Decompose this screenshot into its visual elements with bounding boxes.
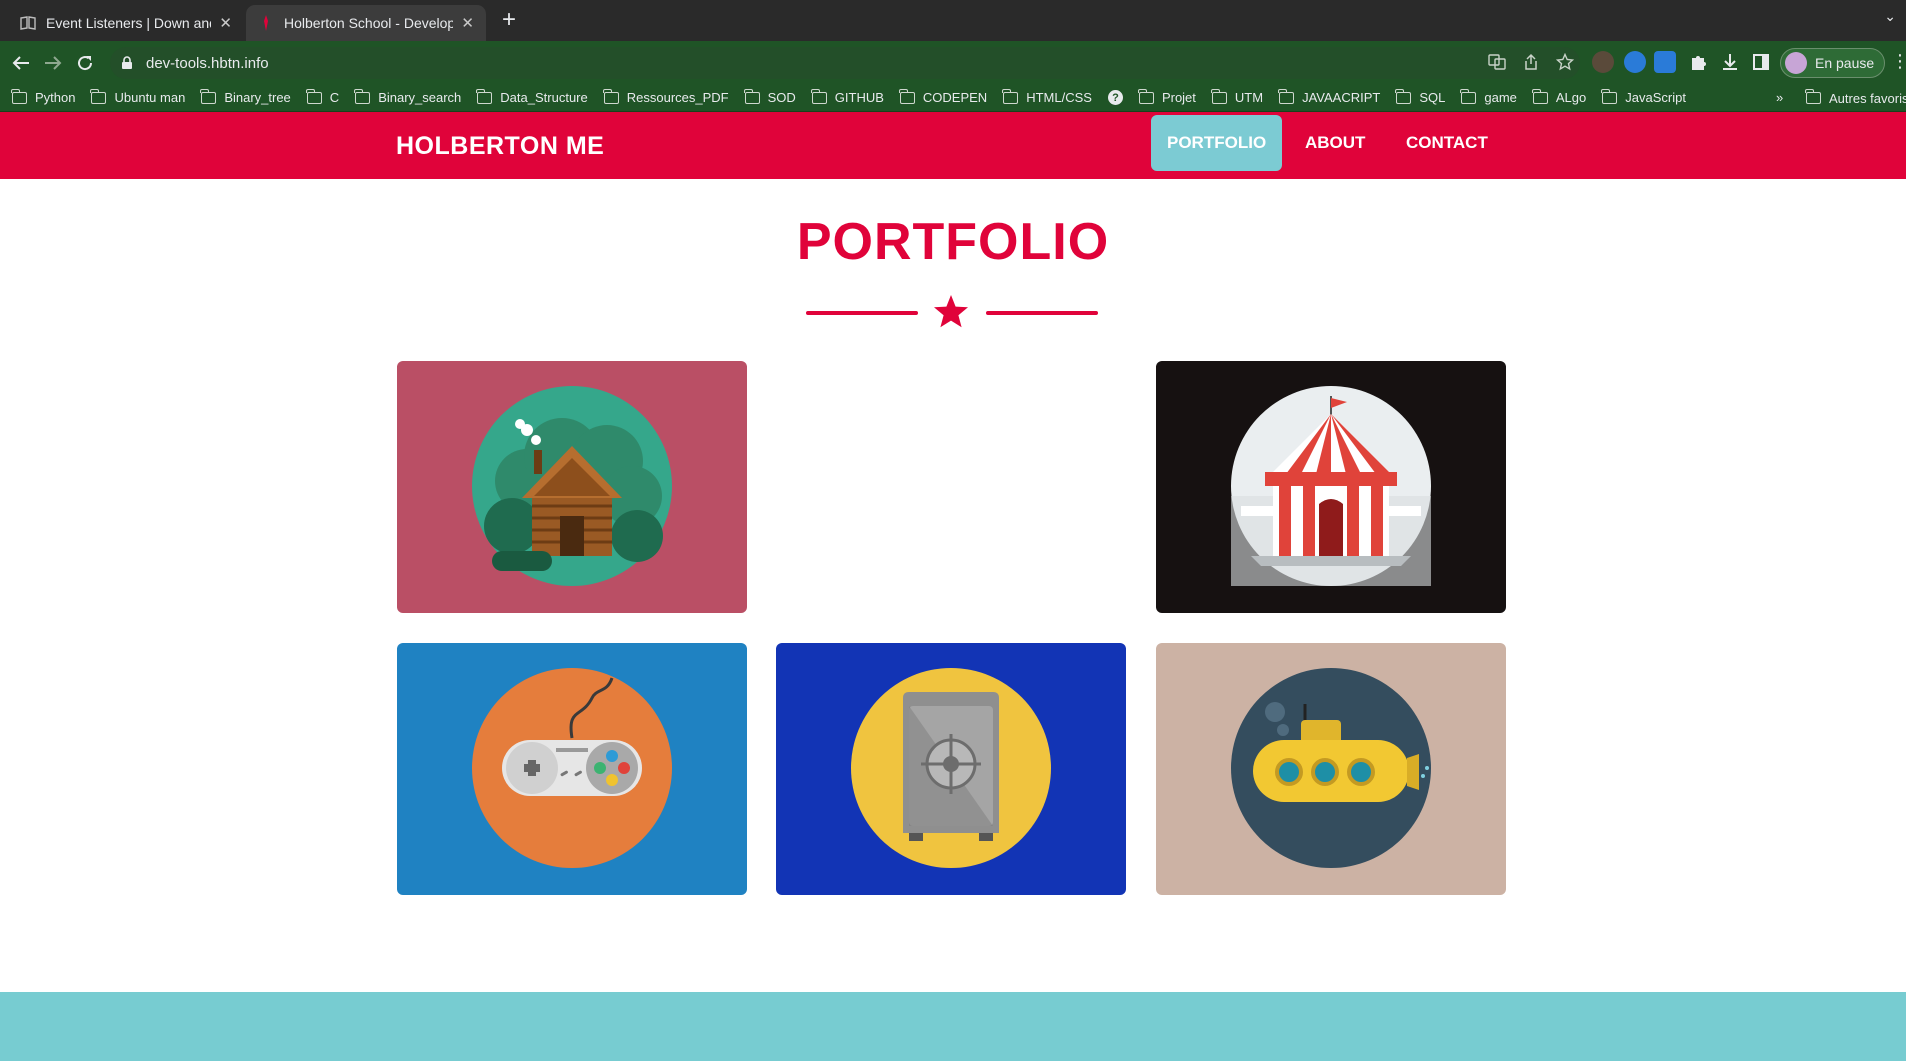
folder-icon	[1460, 88, 1477, 104]
folder-icon	[810, 88, 827, 104]
lock-icon	[122, 56, 132, 69]
bookmark-folder[interactable]: SQL	[1395, 88, 1445, 105]
folder-icon	[1278, 88, 1295, 104]
folder-icon	[743, 88, 760, 104]
new-tab-button[interactable]: +	[496, 8, 522, 34]
divider-line-right	[986, 311, 1098, 315]
close-icon[interactable]: ✕	[219, 14, 232, 32]
game-controller-icon	[472, 668, 672, 868]
star-bookmark-icon[interactable]	[1556, 53, 1574, 71]
bookmarks-bar: Python Ubuntu man Binary_tree C Binary_s…	[0, 84, 1906, 112]
other-bookmarks-folder[interactable]: Autres favoris	[1805, 84, 1906, 112]
extension-counter-icon[interactable]	[1624, 51, 1646, 73]
tab-title: Holberton School - Developer	[284, 15, 454, 31]
browser-menu-icon[interactable]: ⋮	[1891, 51, 1906, 72]
extension-monkey-icon[interactable]	[1592, 51, 1614, 73]
section-title: PORTFOLIO	[796, 213, 1110, 271]
avatar	[1785, 52, 1807, 74]
download-icon[interactable]	[1719, 51, 1741, 73]
site-brand[interactable]: HOLBERTON ME	[396, 132, 604, 161]
holberton-favicon-icon	[258, 15, 274, 31]
cabin-icon	[472, 386, 672, 586]
submarine-icon	[1231, 668, 1431, 868]
folder-icon	[90, 88, 107, 104]
folder-icon	[1002, 88, 1019, 104]
browser-tab-strip: Event Listeners | Down and Dir ✕ Holbert…	[0, 0, 1906, 41]
portfolio-item-submarine[interactable]	[1156, 643, 1506, 895]
nav-contact[interactable]: CONTACT	[1390, 115, 1504, 171]
folder-icon	[305, 88, 322, 104]
circus-tent-icon	[1231, 386, 1431, 586]
bookmark-folder[interactable]: C	[305, 88, 339, 105]
folder-icon	[11, 88, 27, 104]
close-icon[interactable]: ✕	[461, 14, 474, 32]
folder-icon	[898, 88, 915, 104]
browser-toolbar: dev-tools.hbtn.info En pause ⋮	[0, 41, 1906, 84]
bookmark-folder[interactable]: Binary_tree	[200, 88, 291, 105]
portfolio-item-cabin[interactable]	[397, 361, 747, 613]
portfolio-item-controller[interactable]	[397, 643, 747, 895]
extensions-puzzle-icon[interactable]	[1688, 51, 1710, 73]
nav-about[interactable]: ABOUT	[1289, 115, 1381, 171]
bookmark-folder[interactable]: game	[1460, 88, 1517, 105]
folder-icon	[1601, 88, 1618, 104]
folder-icon	[602, 88, 619, 104]
profile-label: En pause	[1815, 55, 1875, 71]
folder-icon	[1137, 88, 1154, 104]
bookmark-folder[interactable]: JavaScript	[1601, 88, 1686, 105]
reload-icon[interactable]	[73, 51, 97, 75]
bookmark-folder[interactable]: Binary_search	[354, 88, 461, 105]
bookmark-folder[interactable]: JAVAACRIPT	[1278, 88, 1380, 105]
book-icon	[20, 15, 36, 31]
nav-portfolio[interactable]: PORTFOLIO	[1151, 115, 1283, 171]
portfolio-item-empty	[776, 361, 1126, 613]
bookmark-folder[interactable]: Projet	[1137, 88, 1196, 105]
browser-tab-holberton[interactable]: Holberton School - Developer ✕	[246, 5, 486, 41]
folder-icon	[1395, 88, 1412, 104]
portfolio-item-circus[interactable]	[1156, 361, 1506, 613]
tab-search-chevron-icon[interactable]: ⌄	[1884, 8, 1896, 25]
share-icon[interactable]	[1522, 53, 1540, 71]
bookmark-folder[interactable]: CODEPEN	[898, 88, 987, 105]
extension-new-badge-icon[interactable]	[1654, 51, 1676, 73]
bookmark-folder[interactable]: Python	[11, 88, 75, 105]
web-page: HOLBERTON ME PORTFOLIO ABOUT CONTACT POR…	[0, 112, 1906, 1061]
portfolio-item-safe[interactable]	[776, 643, 1126, 895]
browser-tab-event-listeners[interactable]: Event Listeners | Down and Dir ✕	[8, 5, 244, 41]
profile-button[interactable]: En pause	[1780, 48, 1886, 78]
tab-title: Event Listeners | Down and Dir	[46, 15, 211, 31]
bookmarks-overflow-button[interactable]: »	[1776, 90, 1783, 105]
bookmark-folder[interactable]: GITHUB	[810, 88, 884, 105]
folder-icon	[476, 88, 493, 104]
bookmark-folder[interactable]: Ressources_PDF	[602, 88, 729, 105]
divider-line-left	[806, 311, 918, 315]
star-icon	[934, 295, 968, 328]
bookmark-folder[interactable]: Ubuntu man	[90, 88, 185, 105]
bookmark-folder[interactable]: HTML/CSS	[1002, 88, 1092, 105]
url-text: dev-tools.hbtn.info	[146, 54, 269, 72]
address-bar[interactable]: dev-tools.hbtn.info	[110, 47, 1580, 79]
bookmark-folder[interactable]: SOD	[743, 88, 796, 105]
side-panel-icon[interactable]	[1750, 51, 1772, 73]
bookmark-folder[interactable]: UTM	[1210, 88, 1263, 105]
bookmark-folder[interactable]: Data_Structure	[476, 88, 588, 105]
site-header: HOLBERTON ME PORTFOLIO ABOUT CONTACT	[0, 112, 1906, 179]
folder-icon	[354, 88, 371, 104]
folder-icon	[1531, 88, 1548, 104]
footer-band	[0, 992, 1906, 1061]
help-bookmark-icon[interactable]: ?	[1107, 90, 1123, 105]
folder-icon	[1210, 88, 1227, 104]
back-arrow-icon[interactable]	[9, 51, 33, 75]
folder-icon	[1805, 89, 1821, 104]
folder-icon	[200, 88, 217, 104]
safe-icon	[851, 668, 1051, 868]
translate-icon[interactable]	[1488, 53, 1506, 71]
bookmark-folder[interactable]: ALgo	[1531, 88, 1586, 105]
forward-arrow-icon[interactable]	[41, 51, 65, 75]
